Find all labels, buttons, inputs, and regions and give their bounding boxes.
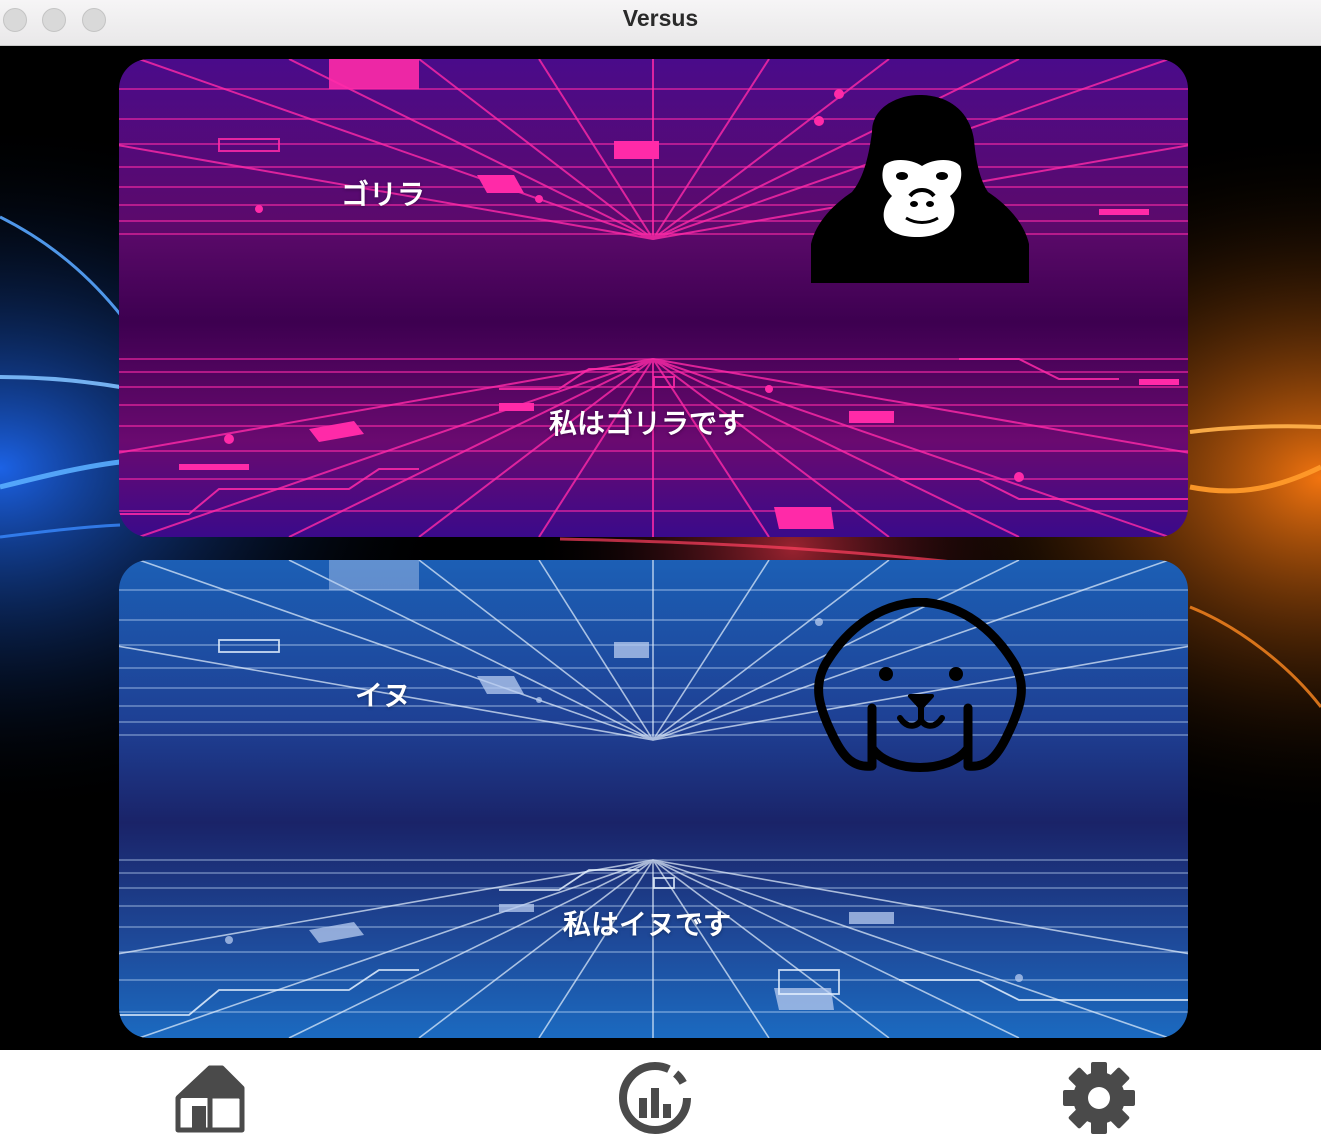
gear-icon[interactable] — [1059, 1058, 1139, 1138]
card-name: イヌ — [355, 679, 412, 712]
bottom-tab-bar — [0, 1050, 1321, 1140]
card-description: 私はゴリラです — [549, 407, 746, 440]
dog-card[interactable]: イヌ 私はイヌです — [119, 560, 1188, 1038]
window-titlebar: Versus — [0, 0, 1321, 46]
window-title: Versus — [622, 5, 699, 31]
gorilla-icon — [811, 94, 1029, 283]
dog-icon — [814, 598, 1026, 772]
gorilla-card[interactable]: ゴリラ 私はゴリラです — [119, 59, 1188, 537]
stats-chart-icon[interactable] — [615, 1058, 695, 1138]
home-icon[interactable] — [170, 1058, 250, 1138]
card-name: ゴリラ — [341, 178, 426, 211]
card-description: 私はイヌです — [563, 908, 732, 941]
